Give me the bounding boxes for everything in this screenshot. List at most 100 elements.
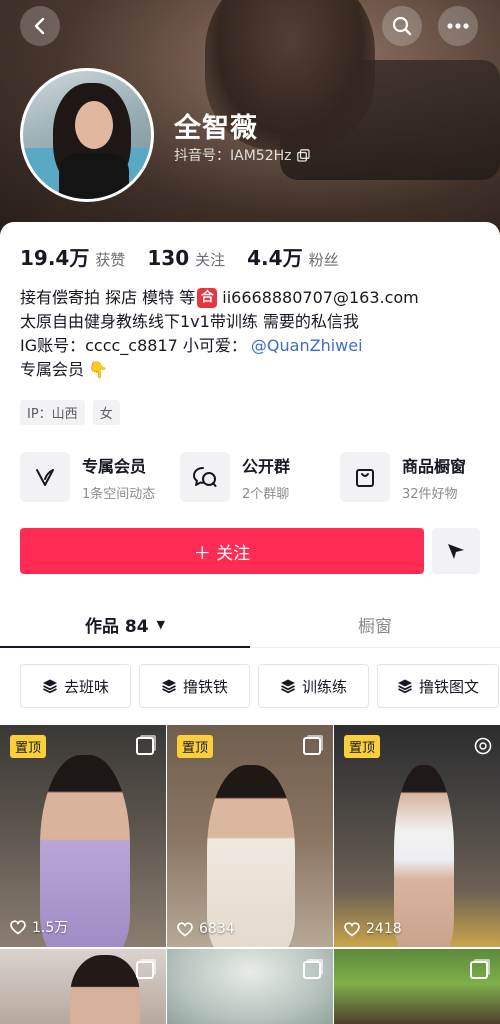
bio-line-2: 太原自由健身教练线下1v1带训练 需要的私信我 [20,310,490,334]
avatar[interactable] [20,68,154,202]
more-dots-icon [447,23,469,29]
collection-chips: 去班味 撸铁铁 训练练 撸铁图文 [20,664,499,708]
bio-text: IG账号：cccc_c8817 小可爱： [20,336,247,355]
ip-location-tag: IP：山西 [20,400,85,425]
stat-value: 130 [147,246,190,270]
video-tile[interactable]: 置顶 6834 [167,725,333,947]
photo-subject [394,765,454,947]
profile-tags: IP：山西 女 [20,400,120,425]
feature-subtitle: 32件好物 [402,486,458,502]
stat-likes: 19.4万 获赞 [20,242,125,271]
bio-line-3: IG账号：cccc_c8817 小可爱： @QuanZhiwei [20,334,490,358]
stack-icon [280,679,295,694]
vip-v-icon [36,469,54,486]
search-button[interactable] [382,6,422,46]
feature-subtitle: 1条空间动态 [82,486,156,502]
bio-email: ii6668880707@163.com [222,288,419,307]
follow-button[interactable]: ＋ 关注 [20,528,424,574]
send-icon [448,544,464,559]
like-count-value: 2418 [366,921,402,937]
stack-icon [397,679,412,694]
share-button[interactable] [432,528,480,574]
feature-group[interactable]: 公开群 2个群聊 [180,452,340,502]
chevron-left-icon [34,17,45,35]
content-tabs: 作品 84 ▼ 橱窗 [0,602,500,648]
bio-text: 专属会员 [20,360,85,379]
image-set-icon [470,961,488,979]
stat-value: 4.4万 [247,246,303,270]
tab-showcase[interactable]: 橱窗 [250,602,500,647]
pointing-down-icon: 👇 [88,360,108,379]
feature-subtitle: 2个群聊 [242,486,290,502]
stat-value: 19.4万 [20,246,90,270]
pinned-badge: 置顶 [344,735,381,758]
feature-title: 商品橱窗 [402,456,467,476]
collection-chip[interactable]: 撸铁铁 [139,664,250,708]
heart-icon [344,921,360,937]
video-grid: 置顶 1.5万 置顶 6834 置顶 2418 [0,725,500,1024]
like-count: 1.5万 [10,917,68,937]
caret-down-icon: ▼ [156,618,166,631]
stat-label: 关注 [195,251,226,269]
bio-text: 太原自由健身教练线下1v1带训练 需要的私信我 [20,312,359,331]
collection-label: 去班味 [63,677,109,696]
tab-works[interactable]: 作品 84 ▼ [0,602,250,648]
like-count-value: 6834 [199,921,235,937]
image-set-icon [303,737,321,755]
back-button[interactable] [20,6,60,46]
video-tile[interactable] [334,949,500,1024]
gender-tag: 女 [92,400,120,425]
image-set-icon [303,961,321,979]
stats-row: 19.4万 获赞 130 关注 4.4万 粉丝 [20,242,339,271]
stack-icon [161,679,176,694]
collection-chip[interactable]: 去班味 [20,664,131,708]
image-set-icon [136,737,154,755]
pinned-badge: 置顶 [10,735,47,758]
mention-link[interactable]: @QuanZhiwei [251,334,363,358]
video-tile[interactable] [0,949,166,1024]
tab-label: 作品 84 [84,617,149,637]
bio-line-4: 专属会员 👇 [20,358,490,382]
douyin-id: 抖音号：IAM52Hz [174,145,311,165]
collection-chip[interactable]: 撸铁图文 [377,664,499,708]
tab-label: 橱窗 [358,617,392,637]
heart-icon [10,919,26,935]
video-tile[interactable]: 置顶 2418 [334,725,500,947]
feature-title: 专属会员 [82,456,147,476]
collection-label: 撸铁铁 [182,677,228,696]
search-icon [392,16,412,36]
shopping-bag-icon [356,469,374,487]
photo-subject [70,955,140,1024]
like-count: 6834 [177,921,235,937]
video-tile[interactable]: 置顶 1.5万 [0,725,166,947]
camera-shutter-icon [474,737,492,755]
profile-card: 19.4万 获赞 130 关注 4.4万 粉丝 接有偿寄拍 探店 模特 等 合 … [0,222,500,1024]
bio: 接有偿寄拍 探店 模特 等 合 ii6668880707@163.com 太原自… [20,286,490,382]
pinned-badge: 置顶 [177,735,214,758]
image-set-icon [136,961,154,979]
feature-shop[interactable]: 商品橱窗 32件好物 [340,452,500,502]
group-chat-icon [193,467,217,487]
heart-icon [177,921,193,937]
bio-line-1: 接有偿寄拍 探店 模特 等 合 ii6668880707@163.com [20,286,490,310]
stat-following[interactable]: 130 关注 [147,246,225,270]
collection-label: 撸铁图文 [418,677,479,696]
feature-vip[interactable]: 专属会员 1条空间动态 [20,452,180,502]
collection-chip[interactable]: 训练练 [258,664,369,708]
douyin-id-text: 抖音号：IAM52Hz [174,148,292,164]
bio-text: 接有偿寄拍 探店 模特 等 [20,288,196,307]
feature-row: 专属会员 1条空间动态 公开群 2个群聊 商品橱窗 32件好物 [20,452,500,502]
like-count: 2418 [344,921,402,937]
stack-icon [42,679,57,694]
stat-followers[interactable]: 4.4万 粉丝 [247,242,338,271]
stat-label: 获赞 [95,251,126,269]
more-button[interactable] [438,6,478,46]
collection-label: 训练练 [301,677,347,696]
feature-title: 公开群 [242,456,291,476]
stat-label: 粉丝 [308,251,339,269]
photo-subject [207,765,295,947]
copy-icon[interactable] [297,148,311,162]
profile-name: 全智薇 [174,113,258,144]
like-count-value: 1.5万 [32,920,69,936]
video-tile[interactable] [167,949,333,1024]
